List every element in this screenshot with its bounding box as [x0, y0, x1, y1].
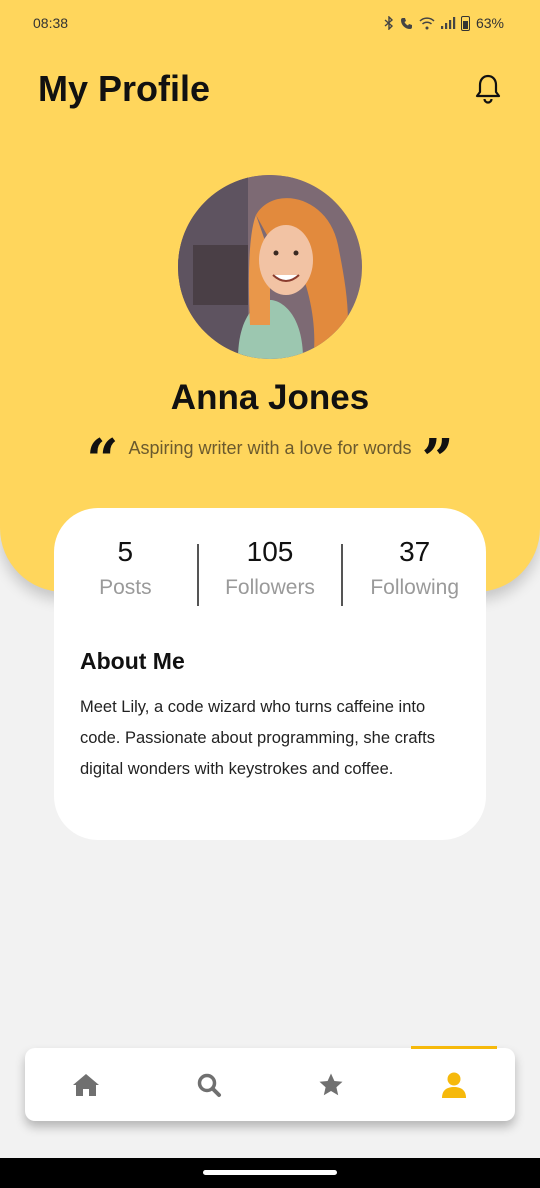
stats-row: 5 Posts 105 Followers 37 Following — [54, 536, 486, 612]
home-gesture-handle[interactable] — [203, 1170, 337, 1175]
stat-label: Following — [370, 576, 460, 599]
stat-following[interactable]: 37 Following — [343, 536, 486, 612]
home-icon — [73, 1073, 100, 1096]
status-bar: 08:38 63% — [0, 0, 540, 46]
profile-card: 5 Posts 105 Followers 37 Following About… — [54, 508, 486, 840]
stat-label: Followers — [225, 576, 315, 599]
stat-posts[interactable]: 5 Posts — [54, 536, 197, 612]
avatar-photo — [178, 175, 362, 359]
signal-icon — [440, 16, 456, 29]
nav-item-favorites[interactable] — [288, 1048, 374, 1121]
profile-bio: Aspiring writer with a love for words — [128, 437, 412, 458]
page-title: My Profile — [38, 68, 211, 109]
close-quote-icon: ” — [421, 427, 454, 493]
about-title: About Me — [80, 648, 185, 674]
stat-label: Posts — [99, 576, 152, 599]
nav-item-home[interactable] — [43, 1048, 129, 1121]
stat-followers[interactable]: 105 Followers — [199, 536, 342, 612]
call-icon — [400, 18, 412, 29]
profile-bio-quote: “ Aspiring writer with a love for words … — [0, 426, 540, 493]
about-text: Meet Lily, a code wizard who turns caffe… — [80, 698, 435, 778]
battery-percent: 63% — [475, 15, 504, 31]
status-icons: 63% — [383, 15, 504, 31]
profile-icon — [441, 1072, 466, 1098]
notification-bell-icon[interactable] — [472, 72, 504, 104]
status-time: 08:38 — [33, 15, 69, 31]
stat-value: 37 — [399, 536, 431, 567]
system-navigation-bar — [0, 1158, 540, 1188]
stat-value: 105 — [246, 536, 294, 567]
search-icon — [197, 1073, 221, 1097]
battery-icon — [460, 15, 470, 31]
avatar[interactable] — [178, 175, 362, 359]
nav-item-profile[interactable] — [410, 1046, 497, 1121]
bottom-navigation — [25, 1046, 515, 1121]
star-icon — [319, 1073, 343, 1095]
open-quote-icon: “ — [86, 427, 119, 493]
profile-name: Anna Jones — [170, 378, 370, 417]
bluetooth-icon — [384, 16, 393, 30]
stat-value: 5 — [117, 536, 134, 567]
nav-item-search[interactable] — [166, 1048, 252, 1121]
wifi-icon — [419, 16, 435, 29]
